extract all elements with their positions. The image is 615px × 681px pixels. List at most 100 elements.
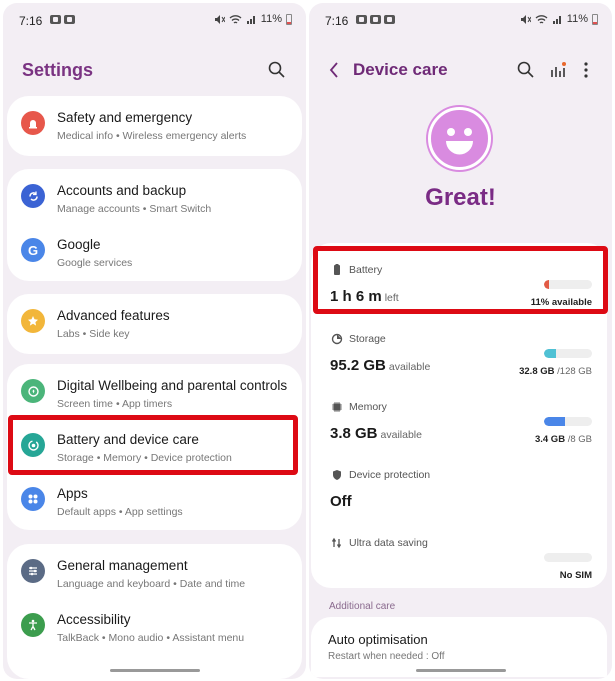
smiley-icon: [428, 107, 491, 170]
notification-icon: [64, 15, 75, 24]
item-label: Device protection: [349, 469, 431, 481]
item-subtitle: TalkBack • Mono audio • Assistant menu: [57, 632, 245, 644]
memory-icon: [332, 402, 342, 412]
home-indicator[interactable]: [415, 669, 506, 672]
item-title: Apps: [57, 486, 88, 501]
star-icon: [21, 309, 45, 333]
item-subtitle: Google services: [57, 257, 133, 269]
device-protection-item[interactable]: Device protection Off: [311, 463, 607, 529]
notification-icon: [50, 15, 61, 24]
sync-icon: [21, 184, 45, 208]
notification-icon: [356, 15, 367, 24]
signal-icon: [246, 15, 255, 24]
status-time: 7:16: [19, 14, 43, 28]
settings-item-accounts[interactable]: Accounts and backup Manage accounts • Sm…: [7, 173, 302, 223]
mute-icon: [214, 14, 225, 24]
storage-icon: [331, 333, 343, 345]
item-value: Off: [330, 493, 352, 510]
item-subtitle: Screen time • App timers: [57, 398, 173, 410]
battery-item[interactable]: Battery 1 h 6 m left 11% available: [311, 258, 607, 324]
settings-item-general-management[interactable]: General management Language and keyboard…: [7, 548, 302, 598]
auto-optimisation-item[interactable]: Auto optimisation Restart when needed : …: [311, 617, 607, 677]
shield-icon: [333, 470, 341, 480]
item-status: 11% available: [530, 297, 592, 308]
item-subtitle: Language and keyboard • Date and time: [57, 578, 246, 590]
page-title: Device care: [353, 60, 448, 79]
notification-icon: [384, 15, 395, 24]
item-subtitle: Default apps • App settings: [57, 506, 183, 518]
data-saving-icon: [331, 537, 342, 549]
item-subtitle: Restart when needed : Off: [328, 651, 445, 662]
settings-item-advanced[interactable]: Advanced features Labs • Side key: [7, 298, 302, 348]
battery-level-bar: [544, 280, 592, 289]
settings-card: Accounts and backup Manage accounts • Sm…: [7, 169, 302, 281]
settings-item-apps[interactable]: Apps Default apps • App settings: [7, 476, 302, 526]
more-options-icon[interactable]: [575, 59, 597, 81]
item-label: Battery: [349, 264, 383, 276]
memory-level-bar: [544, 417, 592, 426]
battery-percent: 11%: [566, 13, 588, 25]
status-bar: 7:16 11%: [3, 3, 306, 37]
google-icon: G: [21, 238, 45, 262]
signal-icon: [552, 15, 561, 24]
item-subtitle: Storage • Memory • Device protection: [57, 452, 232, 464]
page-title: Settings: [22, 60, 94, 80]
item-title: Safety and emergency: [57, 110, 193, 125]
ultra-data-saving-item[interactable]: Ultra data saving No SIM: [311, 531, 607, 597]
item-title: Advanced features: [57, 308, 170, 323]
settings-card: Safety and emergency Medical info • Wire…: [7, 96, 302, 156]
wifi-icon: [229, 14, 242, 24]
section-header: Additional care: [329, 601, 396, 612]
item-title: Digital Wellbeing and parental controls: [57, 378, 288, 393]
search-icon[interactable]: [515, 59, 537, 81]
settings-item-battery-device-care[interactable]: Battery and device care Storage • Memory…: [7, 422, 302, 472]
item-title: General management: [57, 558, 188, 573]
battery-icon: [286, 13, 292, 25]
item-subtitle: Medical info • Wireless emergency alerts: [57, 130, 247, 142]
item-title: Battery and device care: [57, 432, 199, 447]
settings-item-safety[interactable]: Safety and emergency Medical info • Wire…: [7, 100, 302, 150]
item-value: 95.2 GB available: [330, 357, 431, 374]
device-care-screen: 7:16 11% Device care Great! Battery 1 h …: [309, 3, 612, 679]
sliders-icon: [21, 559, 45, 583]
mute-icon: [520, 14, 531, 24]
item-title: Google: [57, 237, 101, 252]
memory-item[interactable]: Memory 3.8 GB available 3.4 GB /8 GB: [311, 395, 607, 461]
item-label: Ultra data saving: [349, 537, 428, 549]
device-care-card: Battery 1 h 6 m left 11% available Storag…: [311, 243, 607, 588]
back-icon[interactable]: [325, 59, 345, 81]
status-text: Great!: [425, 184, 496, 211]
item-label: Memory: [349, 401, 387, 413]
home-indicator[interactable]: [109, 669, 200, 672]
settings-screen: 7:16 11% Settings Safety and emergency M…: [3, 3, 306, 679]
device-care-icon: [21, 433, 45, 457]
settings-item-accessibility[interactable]: Accessibility TalkBack • Mono audio • As…: [7, 602, 302, 652]
settings-card: Digital Wellbeing and parental controls …: [7, 364, 302, 530]
wellbeing-icon: [21, 379, 45, 403]
item-status: No SIM: [559, 570, 592, 581]
item-subtitle: Labs • Side key: [57, 328, 130, 340]
item-title: Auto optimisation: [328, 632, 428, 647]
report-icon[interactable]: [547, 59, 569, 81]
item-title: Accessibility: [57, 612, 131, 627]
data-saving-bar: [544, 553, 592, 562]
item-label: Storage: [349, 333, 386, 345]
item-value: 1 h 6 m left: [330, 288, 399, 305]
wifi-icon: [535, 14, 548, 24]
accessibility-icon: [21, 613, 45, 637]
settings-item-wellbeing[interactable]: Digital Wellbeing and parental controls …: [7, 368, 302, 418]
notification-icon: [370, 15, 381, 24]
settings-card: Advanced features Labs • Side key: [7, 294, 302, 354]
siren-icon: [21, 111, 45, 135]
storage-item[interactable]: Storage 95.2 GB available 32.8 GB /128 GB: [311, 327, 607, 393]
search-icon[interactable]: [266, 59, 288, 81]
status-time: 7:16: [325, 14, 349, 28]
item-status: 3.4 GB /8 GB: [534, 434, 592, 445]
battery-icon: [592, 13, 598, 25]
settings-item-google[interactable]: G Google Google services: [7, 227, 302, 277]
settings-card: General management Language and keyboard…: [7, 544, 302, 679]
item-value: 3.8 GB available: [330, 425, 422, 442]
item-subtitle: Manage accounts • Smart Switch: [57, 203, 212, 215]
battery-percent: 11%: [260, 13, 282, 25]
storage-level-bar: [544, 349, 592, 358]
